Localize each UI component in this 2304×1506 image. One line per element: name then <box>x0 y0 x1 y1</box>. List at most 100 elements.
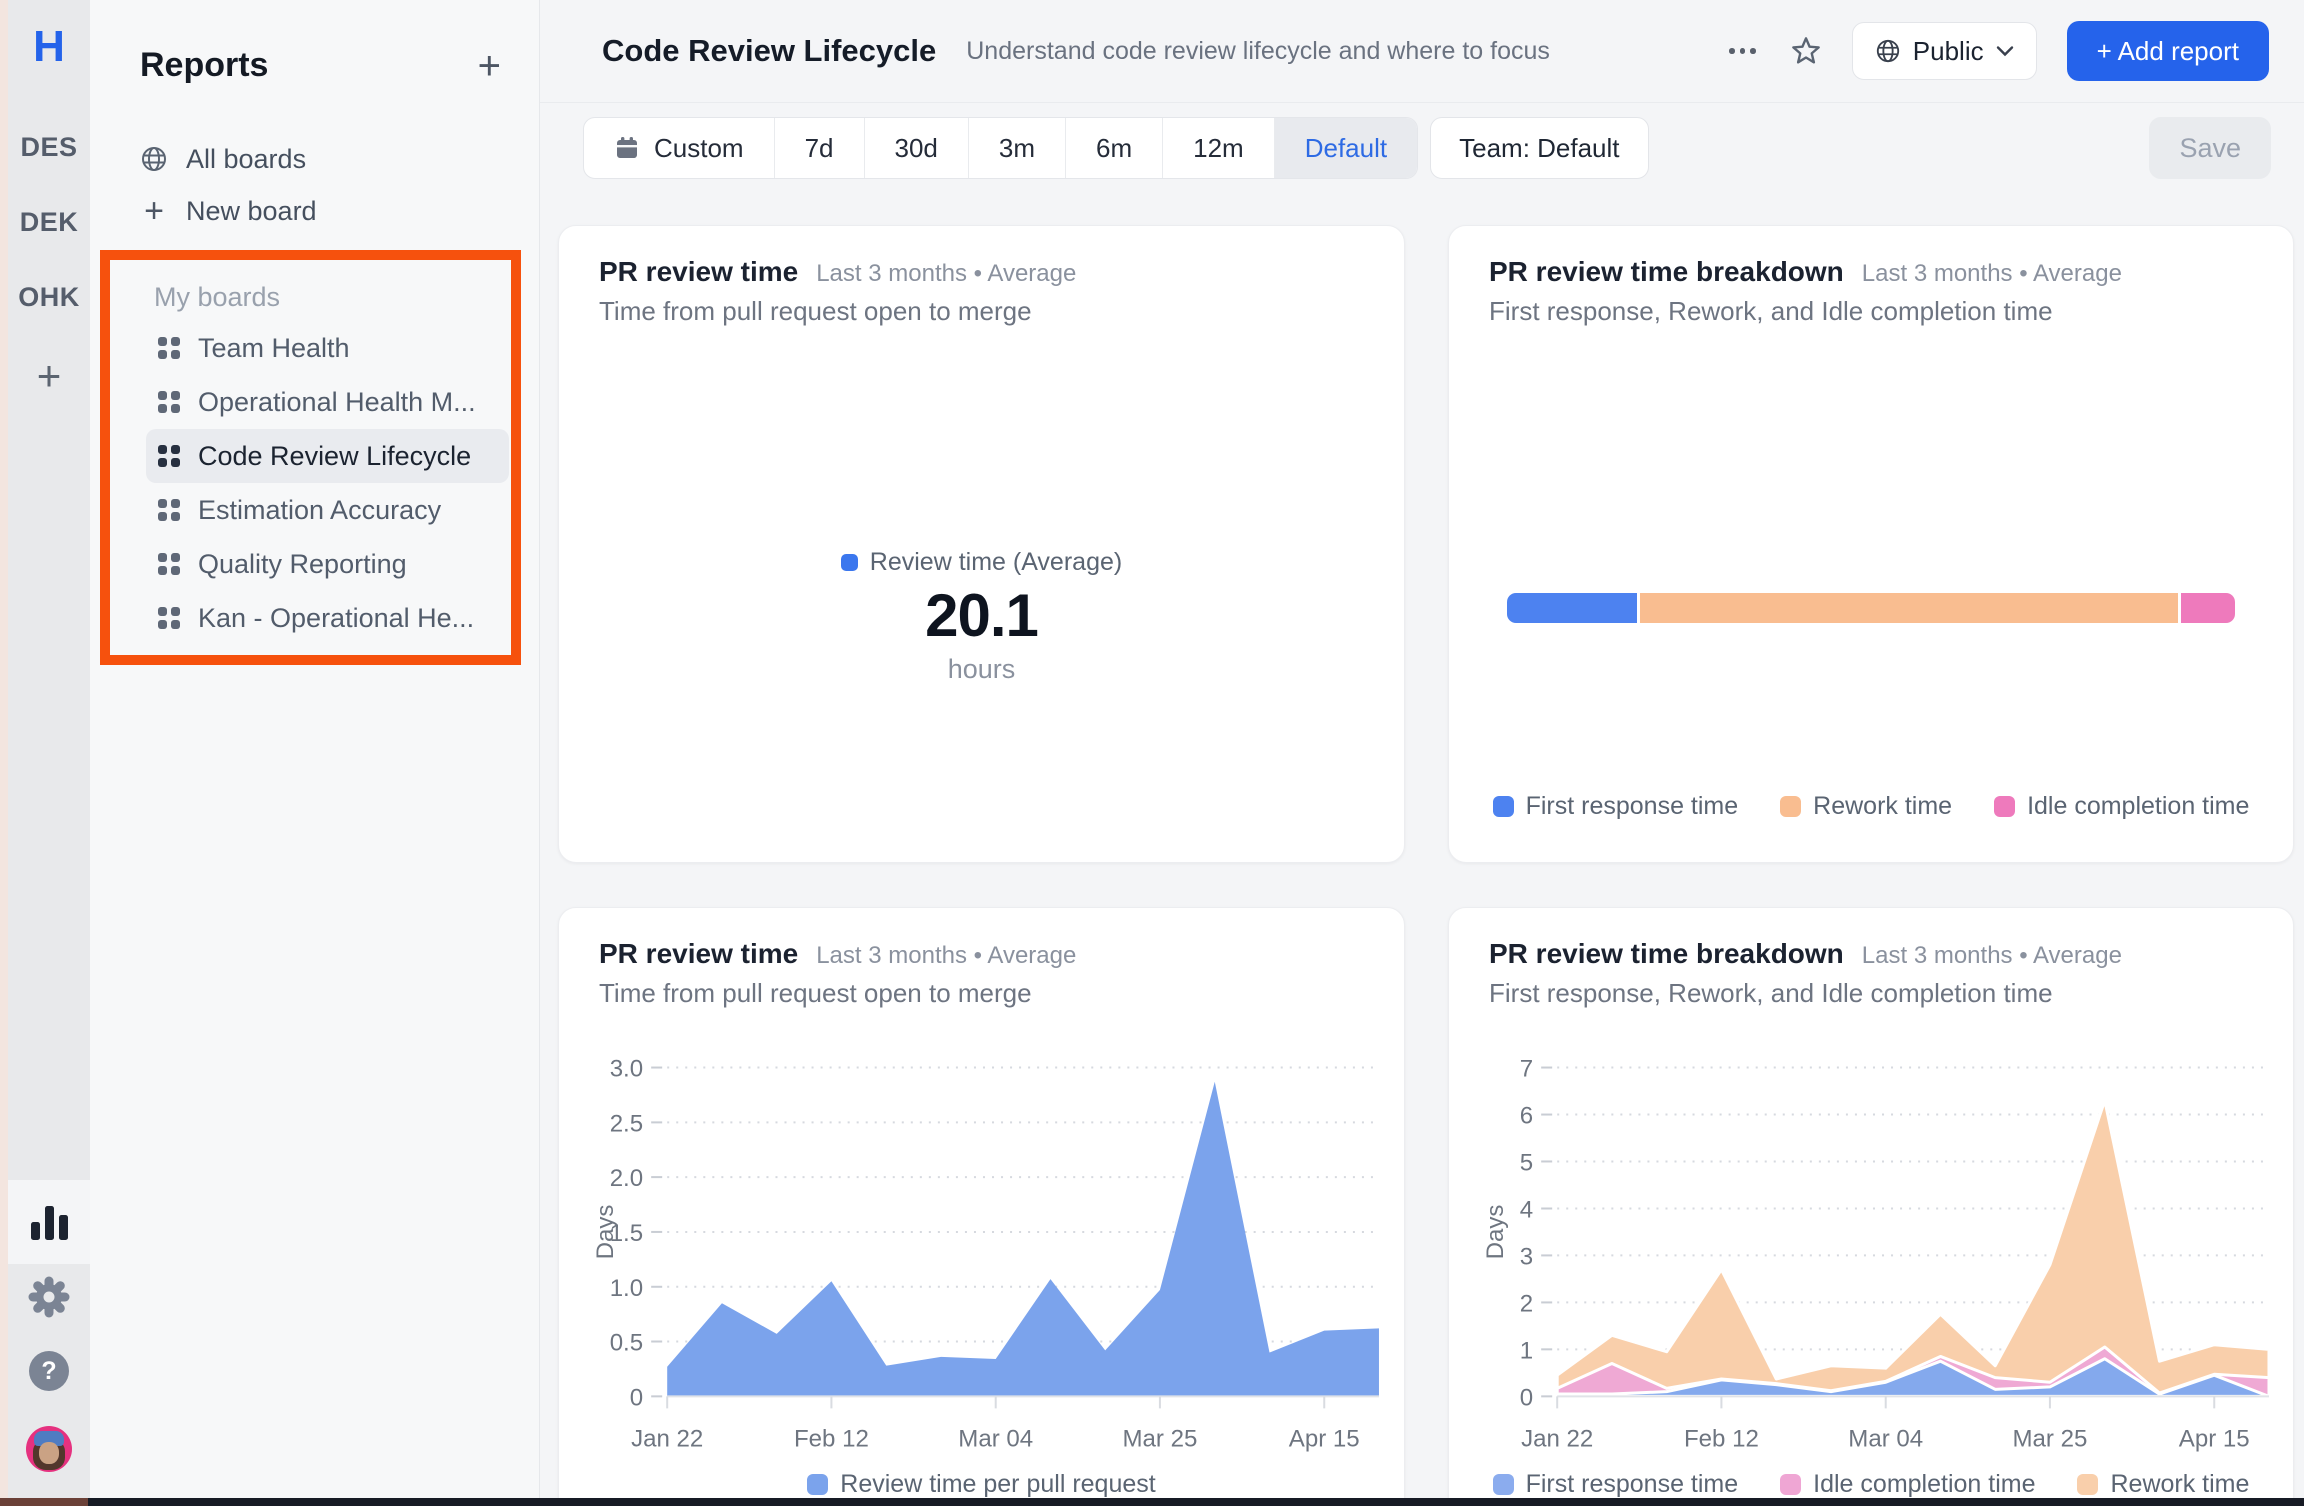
page-title: Code Review Lifecycle <box>602 33 936 69</box>
stacked-area-chart: 01234567Jan 22Feb 12Mar 04Mar 25Apr 15Da… <box>1477 1049 2279 1459</box>
all-boards-label: All boards <box>186 144 306 175</box>
range-3m[interactable]: 3m <box>968 118 1065 178</box>
card-subtitle: Time from pull request open to merge <box>599 978 1364 1009</box>
legend-item-review-time-per-pull-request: Review time per pull request <box>807 1470 1155 1499</box>
workspace-ohk[interactable]: OHK <box>8 278 90 316</box>
card-pr-breakdown-bar: PR review time breakdown Last 3 months •… <box>1448 225 2294 863</box>
workspace-dek[interactable]: DEK <box>8 203 90 241</box>
card-title: PR review time <box>599 256 798 288</box>
help-button[interactable]: ? <box>8 1351 90 1391</box>
svg-text:Mar 04: Mar 04 <box>958 1425 1033 1452</box>
bar-chart-icon <box>31 1204 68 1240</box>
user-avatar <box>26 1426 72 1472</box>
sidebar-item-new-board[interactable]: + New board <box>140 192 317 230</box>
favorite-button[interactable] <box>1790 35 1822 67</box>
range-default[interactable]: Default <box>1274 118 1417 178</box>
svg-text:Days: Days <box>1482 1205 1509 1260</box>
range-custom[interactable]: Custom <box>584 118 774 178</box>
app-window: H DES DEK OHK + ? <box>0 0 2304 1506</box>
background-sliver <box>0 0 8 1506</box>
svg-text:6: 6 <box>1520 1103 1533 1130</box>
svg-text:Jan 22: Jan 22 <box>631 1425 703 1452</box>
workspace-des[interactable]: DES <box>8 128 90 166</box>
legend-chip <box>1493 796 1514 817</box>
board-label: Estimation Accuracy <box>198 495 441 526</box>
date-range-control: Custom 7d30d3m6m12mDefault <box>583 117 1418 179</box>
sidebar-title: Reports <box>140 46 268 85</box>
new-board-label: New board <box>186 196 317 227</box>
svg-text:Mar 25: Mar 25 <box>2013 1425 2088 1452</box>
card-subtitle: First response, Rework, and Idle complet… <box>1489 978 2253 1009</box>
board-label: Quality Reporting <box>198 549 407 580</box>
sidebar-item-code-review-lifecycle[interactable]: Code Review Lifecycle <box>146 429 509 483</box>
page-header: Code Review Lifecycle Understand code re… <box>540 0 2304 103</box>
filter-bar: Custom 7d30d3m6m12mDefault Team: Default… <box>583 117 2271 179</box>
more-options-button[interactable] <box>1721 40 1764 62</box>
sidebar-item-kan-operational-he[interactable]: Kan - Operational He... <box>146 591 509 645</box>
calendar-icon <box>614 135 640 161</box>
team-filter-button[interactable]: Team: Default <box>1430 117 1648 179</box>
range-30d[interactable]: 30d <box>864 118 968 178</box>
settings-button[interactable] <box>8 1275 90 1319</box>
sidebar-item-all-boards[interactable]: All boards <box>140 140 306 178</box>
legend-chip <box>1780 1474 1801 1495</box>
svg-text:2.5: 2.5 <box>610 1110 643 1137</box>
legend-label: Rework time <box>2110 1470 2249 1499</box>
background-taskbar <box>0 1498 2304 1506</box>
legend-label: Idle completion time <box>2027 792 2249 821</box>
sidebar-item-team-health[interactable]: Team Health <box>146 321 509 375</box>
board-list: Team Health Operational Health M...Code R… <box>146 321 509 645</box>
svg-text:0.5: 0.5 <box>610 1330 643 1357</box>
legend-chip <box>1493 1474 1514 1495</box>
reports-nav-active[interactable] <box>8 1180 90 1264</box>
sidebar-item-operational-health-m[interactable]: Operational Health M... <box>146 375 509 429</box>
legend-label: First response time <box>1526 1470 1739 1499</box>
app-logo[interactable]: H <box>8 22 90 72</box>
svg-text:Mar 04: Mar 04 <box>1848 1425 1923 1452</box>
add-workspace-button[interactable]: + <box>8 352 90 400</box>
range-12m[interactable]: 12m <box>1162 118 1274 178</box>
svg-text:Feb 12: Feb 12 <box>1684 1425 1759 1452</box>
board-label: Team Health <box>198 333 350 364</box>
bar-segment-rework-time <box>1640 593 2178 623</box>
visibility-dropdown[interactable]: Public <box>1852 22 2037 80</box>
card-pr-review-time-chart: PR review time Last 3 months • Average T… <box>558 907 1405 1506</box>
card-meta: Last 3 months • Average <box>1862 260 2122 288</box>
range-7d[interactable]: 7d <box>774 118 864 178</box>
add-report-button[interactable]: + Add report <box>2067 21 2269 81</box>
chart-legend: First response timeRework timeIdle compl… <box>1449 792 2293 821</box>
card-pr-review-time-metric: PR review time Last 3 months • Average T… <box>558 225 1405 863</box>
range-6m[interactable]: 6m <box>1065 118 1162 178</box>
user-menu[interactable] <box>8 1426 90 1472</box>
new-report-button[interactable]: + <box>478 51 501 81</box>
legend-chip <box>1780 796 1801 817</box>
workspace-rail: H DES DEK OHK + ? <box>8 0 90 1506</box>
svg-text:Apr 15: Apr 15 <box>1289 1425 1360 1452</box>
svg-text:5: 5 <box>1520 1149 1533 1176</box>
legend-chip <box>807 1474 828 1495</box>
svg-text:Apr 15: Apr 15 <box>2179 1425 2250 1452</box>
star-icon <box>1790 35 1822 67</box>
svg-text:Mar 25: Mar 25 <box>1123 1425 1198 1452</box>
svg-text:Days: Days <box>592 1205 619 1260</box>
card-subtitle: Time from pull request open to merge <box>599 296 1364 327</box>
stacked-bar <box>1507 593 2235 623</box>
legend-label: Rework time <box>1813 792 1952 821</box>
svg-text:3.0: 3.0 <box>610 1056 643 1083</box>
svg-text:4: 4 <box>1520 1197 1533 1224</box>
card-title: PR review time <box>599 938 798 970</box>
svg-text:7: 7 <box>1520 1056 1533 1083</box>
svg-text:3: 3 <box>1520 1243 1533 1270</box>
sidebar-item-estimation-accuracy[interactable]: Estimation Accuracy <box>146 483 509 537</box>
chart-legend: Review time per pull request <box>559 1470 1404 1499</box>
my-boards-section-label: My boards <box>154 282 280 313</box>
sidebar-item-quality-reporting[interactable]: Quality Reporting <box>146 537 509 591</box>
reports-sidebar: Reports + All boards + New board My boar… <box>90 0 540 1506</box>
metric-value: 20.1 <box>925 581 1038 650</box>
legend-item-first-response-time: First response time <box>1493 1470 1739 1499</box>
legend-item-review-time-average: Review time (Average) <box>841 548 1122 577</box>
svg-text:0: 0 <box>630 1384 643 1411</box>
board-label: Kan - Operational He... <box>198 603 474 634</box>
legend-chip <box>841 554 858 571</box>
save-button[interactable]: Save <box>2149 117 2271 179</box>
